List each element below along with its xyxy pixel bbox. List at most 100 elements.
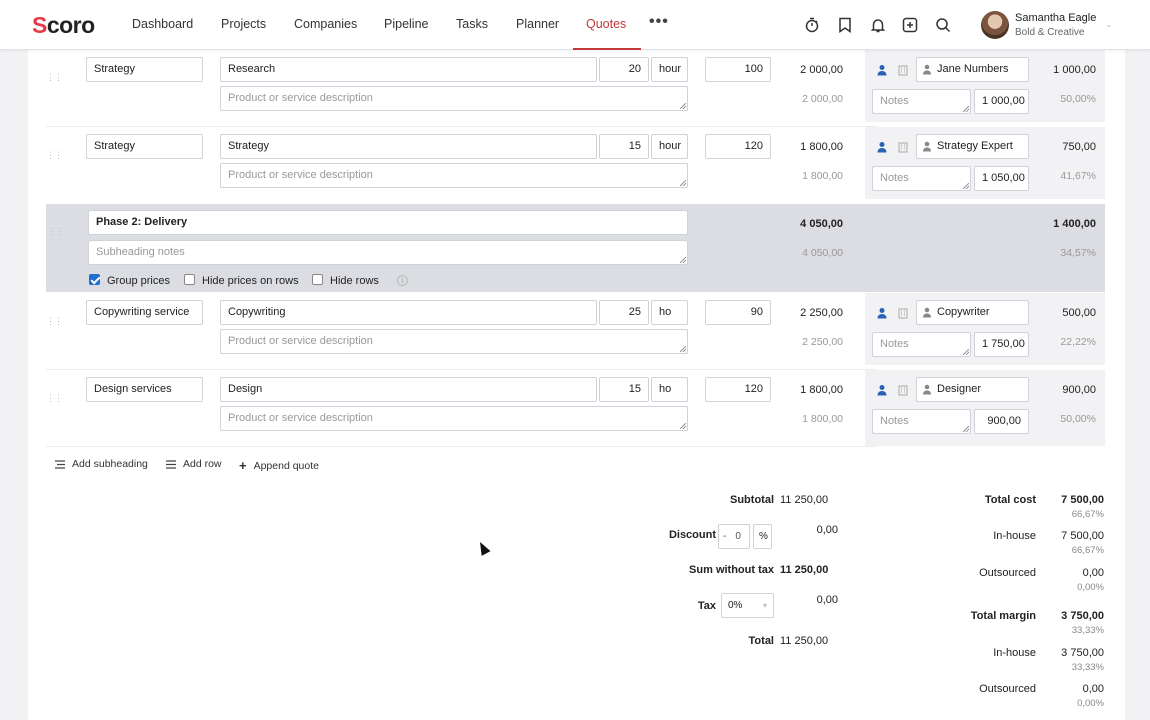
building-icon[interactable] bbox=[893, 60, 913, 80]
hide-rows-checkbox[interactable] bbox=[312, 274, 323, 285]
discount-unit-toggle[interactable]: % bbox=[753, 524, 772, 549]
person-icon[interactable] bbox=[872, 60, 892, 80]
nav-projects[interactable]: Projects bbox=[221, 17, 266, 31]
unit-input[interactable]: hour bbox=[651, 57, 688, 82]
description-input[interactable]: Product or service description bbox=[220, 163, 688, 188]
product-select[interactable]: Copywriting service bbox=[86, 300, 203, 325]
person-icon[interactable] bbox=[872, 137, 892, 157]
resource-select[interactable]: Strategy Expert bbox=[916, 134, 1029, 159]
hide-prices-label[interactable]: Hide prices on rows bbox=[202, 275, 299, 287]
notes-input[interactable]: Notes bbox=[872, 166, 971, 191]
subheading-notes-input[interactable]: Subheading notes bbox=[88, 240, 688, 265]
notes-input[interactable]: Notes bbox=[872, 332, 971, 357]
discount-input[interactable]: -0 bbox=[718, 524, 750, 549]
description-input[interactable]: Product or service description bbox=[220, 406, 688, 431]
drag-handle-icon[interactable]: ⋮⋮ bbox=[46, 150, 63, 161]
row-name-input[interactable]: Strategy bbox=[220, 134, 597, 159]
person-icon bbox=[922, 64, 932, 78]
timer-icon[interactable] bbox=[802, 15, 822, 35]
quantity-input[interactable]: 15 bbox=[599, 377, 649, 402]
quantity-input[interactable]: 15 bbox=[599, 134, 649, 159]
info-icon[interactable]: i bbox=[397, 275, 408, 286]
unit-input[interactable]: ho bbox=[651, 377, 688, 402]
hide-rows-label[interactable]: Hide rows bbox=[330, 275, 379, 287]
quantity-input[interactable]: 20 bbox=[599, 57, 649, 82]
user-company[interactable]: Bold & Creative bbox=[1015, 27, 1084, 38]
drag-handle-icon[interactable]: ⋮⋮ bbox=[48, 226, 65, 237]
row-divider bbox=[46, 446, 876, 447]
nav-companies[interactable]: Companies bbox=[294, 17, 357, 31]
add-icon[interactable] bbox=[900, 15, 920, 35]
discount-value: 0 bbox=[735, 531, 741, 542]
phase-sum-secondary: 4 050,00 bbox=[802, 247, 843, 259]
add-row-button[interactable]: Add row bbox=[166, 458, 222, 470]
row-margin-pct: 50,00% bbox=[1060, 93, 1096, 105]
drag-handle-icon[interactable]: ⋮⋮ bbox=[46, 316, 63, 327]
bookmark-icon[interactable] bbox=[835, 15, 855, 35]
nav-dashboard[interactable]: Dashboard bbox=[132, 17, 193, 31]
cost-input[interactable]: 1 050,00 bbox=[974, 166, 1029, 191]
drag-handle-icon[interactable]: ⋮⋮ bbox=[46, 72, 63, 83]
person-icon[interactable] bbox=[872, 303, 892, 323]
row-name-input[interactable]: Copywriting bbox=[220, 300, 597, 325]
cost-input[interactable]: 900,00 bbox=[974, 409, 1029, 434]
add-subheading-button[interactable]: Add subheading bbox=[55, 458, 148, 470]
row-name-input[interactable]: Research bbox=[220, 57, 597, 82]
hide-prices-checkbox[interactable] bbox=[184, 274, 195, 285]
user-name[interactable]: Samantha Eagle bbox=[1015, 12, 1096, 24]
more-menu-icon[interactable]: ••• bbox=[649, 13, 669, 31]
cost-input[interactable]: 1 000,00 bbox=[974, 89, 1029, 114]
row-name-input[interactable]: Design bbox=[220, 377, 597, 402]
description-input[interactable]: Product or service description bbox=[220, 329, 688, 354]
unit-input[interactable]: ho bbox=[651, 300, 688, 325]
person-icon[interactable] bbox=[872, 380, 892, 400]
drag-handle-icon[interactable]: ⋮⋮ bbox=[46, 393, 63, 404]
price-input[interactable]: 100 bbox=[705, 57, 771, 82]
resource-select[interactable]: Jane Numbers bbox=[916, 57, 1029, 82]
avatar[interactable] bbox=[981, 11, 1009, 39]
group-prices-checkbox[interactable] bbox=[89, 274, 100, 285]
append-quote-button[interactable]: + Append quote bbox=[239, 458, 319, 473]
building-icon[interactable] bbox=[893, 137, 913, 157]
quantity-input[interactable]: 25 bbox=[599, 300, 649, 325]
scoro-logo[interactable]: Scoro bbox=[32, 12, 95, 39]
margin-inhouse-pct: 33,33% bbox=[1071, 662, 1104, 673]
phase-margin-pct: 34,57% bbox=[1060, 247, 1096, 259]
quote-editor: ⋮⋮ Strategy Research 20 hour 100 2 000,0… bbox=[28, 50, 1125, 720]
margin-outsourced-pct: 0,00% bbox=[1077, 698, 1104, 709]
description-input[interactable]: Product or service description bbox=[220, 86, 688, 111]
nav-tasks[interactable]: Tasks bbox=[456, 17, 488, 31]
nav-quotes[interactable]: Quotes bbox=[586, 17, 626, 31]
product-select[interactable]: Strategy bbox=[86, 57, 203, 82]
phase-title-input[interactable]: Phase 2: Delivery bbox=[88, 210, 688, 235]
building-icon[interactable] bbox=[893, 303, 913, 323]
product-select[interactable]: Design services bbox=[86, 377, 203, 402]
discount-amount: 0,00 bbox=[816, 524, 838, 536]
sum-without-tax-label: Sum without tax bbox=[689, 564, 774, 576]
person-icon bbox=[922, 141, 932, 155]
nav-planner[interactable]: Planner bbox=[516, 17, 559, 31]
add-subheading-label: Add subheading bbox=[72, 458, 148, 470]
building-icon[interactable] bbox=[893, 380, 913, 400]
bell-icon[interactable] bbox=[868, 15, 888, 35]
price-input[interactable]: 120 bbox=[705, 134, 771, 159]
subtotal-value: 11 250,00 bbox=[780, 494, 829, 506]
margin-inhouse-label: In-house bbox=[993, 647, 1036, 659]
notes-input[interactable]: Notes bbox=[872, 409, 971, 434]
resource-select[interactable]: Copywriter bbox=[916, 300, 1029, 325]
cost-input[interactable]: 1 750,00 bbox=[974, 332, 1029, 357]
nav-pipeline[interactable]: Pipeline bbox=[384, 17, 428, 31]
row-sum: 1 800,00 bbox=[800, 384, 843, 396]
notes-input[interactable]: Notes bbox=[872, 89, 971, 114]
group-prices-label[interactable]: Group prices bbox=[107, 275, 170, 287]
outsourced-label: Outsourced bbox=[979, 567, 1036, 579]
resource-select[interactable]: Designer bbox=[916, 377, 1029, 402]
price-input[interactable]: 120 bbox=[705, 377, 771, 402]
tax-select[interactable]: 0% ▾ bbox=[721, 593, 774, 618]
unit-input[interactable]: hour bbox=[651, 134, 688, 159]
search-icon[interactable] bbox=[933, 15, 953, 35]
row-cost: 500,00 bbox=[1062, 307, 1096, 319]
product-select[interactable]: Strategy bbox=[86, 134, 203, 159]
chevron-down-icon[interactable]: ⌄ bbox=[1105, 19, 1113, 30]
price-input[interactable]: 90 bbox=[705, 300, 771, 325]
